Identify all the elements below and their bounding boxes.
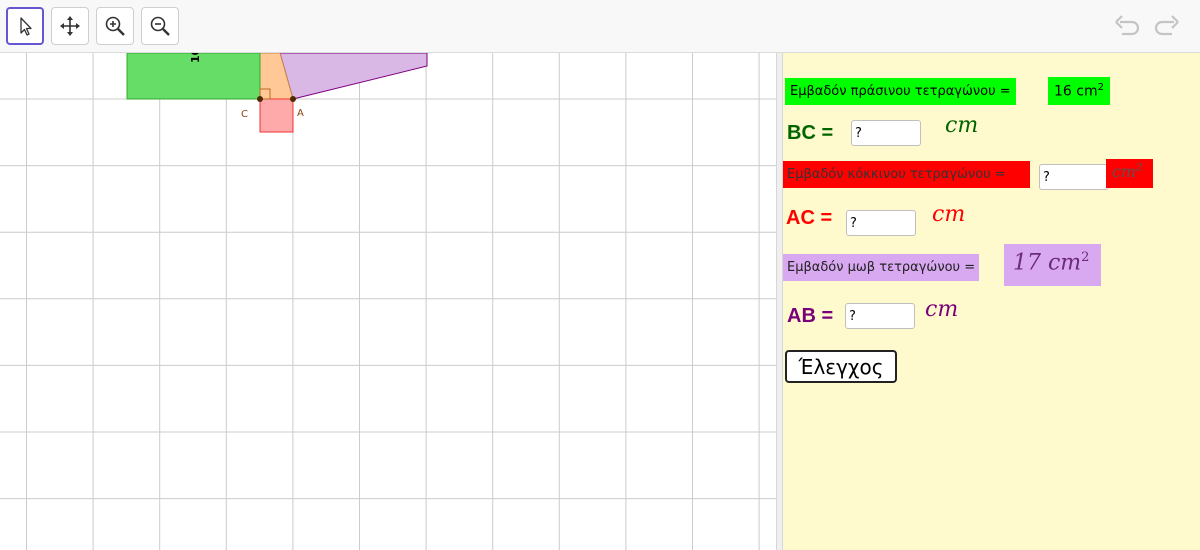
check-button[interactable]: Έλεγχος	[785, 350, 897, 383]
ab-unit: cm	[925, 297, 959, 322]
point-a-label: A	[297, 108, 304, 119]
move-view-tool-button[interactable]	[51, 7, 89, 45]
geometry-canvas[interactable]: C A 10	[0, 53, 776, 550]
select-tool-button[interactable]	[6, 7, 44, 45]
point-a[interactable]	[290, 96, 296, 102]
grid	[0, 53, 776, 550]
green-area-label: Εμβαδόν πράσινου τετραγώνου =	[785, 78, 1016, 105]
ab-input[interactable]: ?	[845, 303, 915, 329]
zoom-in-icon	[105, 16, 125, 36]
bc-label: BC =	[787, 122, 834, 144]
green-area-value: 16 cm2	[1048, 77, 1110, 105]
bc-input[interactable]: ?	[851, 120, 921, 146]
arrow-pointer-icon	[20, 17, 32, 36]
purple-area-label: Εμβαδόν μωβ τετραγώνου =	[783, 254, 980, 281]
side-length-label: 10	[189, 53, 202, 63]
red-square[interactable]	[259, 98, 294, 133]
move-arrows-icon	[60, 16, 80, 36]
redo-icon[interactable]	[1152, 14, 1180, 38]
ac-input[interactable]: ?	[846, 210, 916, 236]
ac-label: AC =	[786, 207, 833, 229]
point-c-label: C	[241, 109, 248, 120]
red-area-exp: 2	[1136, 162, 1143, 174]
bc-unit: cm	[945, 113, 979, 138]
algebra-panel: Εμβαδόν πράσινου τετραγώνου = 16 cm2 BC …	[783, 53, 1200, 550]
red-area-label: Εμβαδόν κόκκινου τετραγώνου =	[783, 161, 1030, 188]
green-area-exp: 2	[1097, 82, 1104, 93]
purple-area-exp: 2	[1081, 250, 1090, 265]
zoom-out-icon	[150, 16, 170, 36]
purple-area-value: 17 cm2	[1004, 244, 1101, 286]
toolbar	[0, 0, 1200, 53]
red-area-input[interactable]: ?	[1039, 164, 1109, 190]
zoom-in-tool-button[interactable]	[96, 7, 134, 45]
purple-area-value-text: 17 cm	[1013, 250, 1082, 276]
panel-divider[interactable]	[776, 53, 783, 550]
ac-unit: cm	[932, 202, 966, 227]
purple-square[interactable]	[279, 53, 428, 100]
undo-icon[interactable]	[1114, 14, 1142, 38]
green-area-value-text: 16 cm	[1054, 83, 1098, 100]
graphics-view[interactable]: C A 10	[0, 53, 776, 550]
red-area-unit: cm2	[1106, 159, 1153, 188]
point-c[interactable]	[257, 96, 263, 102]
red-area-unit-text: cm	[1112, 162, 1137, 181]
zoom-out-tool-button[interactable]	[141, 7, 179, 45]
ab-label: AB =	[787, 305, 834, 327]
